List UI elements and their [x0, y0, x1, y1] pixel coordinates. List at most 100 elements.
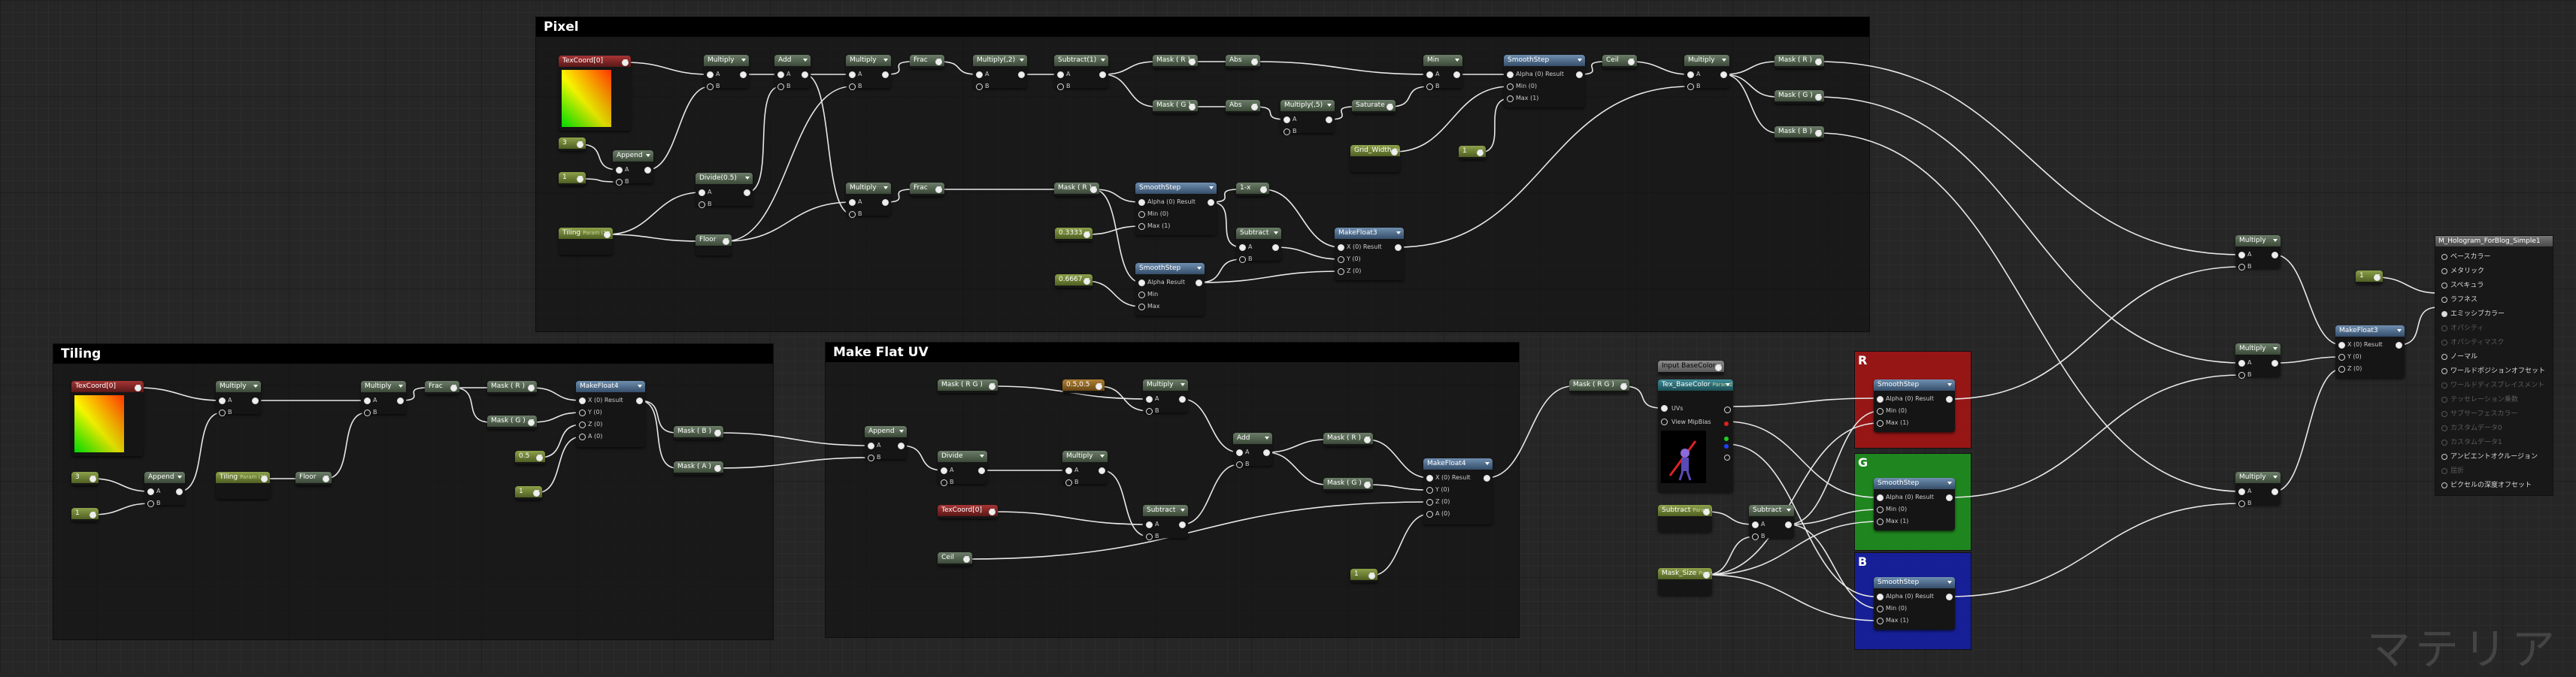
wire[interactable] — [92, 478, 151, 492]
input-pin[interactable] — [2338, 342, 2345, 349]
const3-b-node[interactable]: 3 — [71, 472, 98, 485]
mask-g-b-node[interactable]: Mask ( G ) — [1774, 90, 1824, 104]
output-pin[interactable] — [1815, 94, 1822, 101]
wire[interactable] — [1101, 470, 1150, 537]
output-pin[interactable] — [176, 488, 183, 495]
multiply-a-node[interactable]: Multiply A B — [704, 55, 749, 90]
output-pin[interactable] — [1196, 280, 1202, 286]
output-pin[interactable] — [1189, 104, 1196, 110]
smoothstep-a-node[interactable]: SmoothStep Alpha (0) Result Min (0) Max (1) — [1504, 55, 1585, 107]
output-pin[interactable] — [1090, 186, 1097, 193]
input-pin[interactable] — [1338, 256, 1344, 263]
input-basecolor-node[interactable]: Input BaseColor — [1658, 361, 1724, 374]
append-a-node[interactable]: Append A B — [613, 150, 653, 186]
wire[interactable] — [1817, 96, 2242, 364]
output-pin[interactable] — [1703, 572, 1710, 579]
input-pin[interactable] — [1065, 467, 1072, 474]
grid-width-node[interactable]: Grid_WidthParam (0.1) — [1350, 145, 1400, 172]
ceil-a-node[interactable]: Ceil — [1602, 55, 1637, 68]
frac-c-node[interactable]: Frac — [425, 381, 459, 394]
ceil-b-node[interactable]: Ceil — [938, 552, 972, 566]
wire[interactable] — [1393, 86, 1511, 153]
input-pin[interactable] — [2338, 366, 2345, 373]
output-pin[interactable] — [1099, 467, 1105, 474]
output-pin[interactable] — [323, 476, 329, 482]
input-pin[interactable] — [1426, 475, 1433, 482]
output-pin[interactable] — [2271, 360, 2278, 367]
output-pin[interactable] — [744, 189, 750, 196]
wire[interactable] — [1486, 385, 1573, 479]
smoothstep-r-node[interactable]: SmoothStep Alpha (0) Result Min (0) Max (1) — [1874, 379, 1955, 432]
output-pin[interactable] — [935, 186, 942, 193]
input-pin[interactable] — [1138, 304, 1145, 310]
output-pin[interactable] — [723, 238, 729, 245]
output-pin[interactable] — [528, 385, 535, 391]
input-pin[interactable] — [147, 500, 154, 507]
wire[interactable] — [1274, 246, 1341, 260]
input-pin[interactable] — [2238, 360, 2245, 367]
wire[interactable] — [1705, 574, 1880, 621]
input-pin[interactable] — [1426, 83, 1433, 90]
floor-b-node[interactable]: Floor — [295, 472, 332, 485]
output-pin[interactable] — [1720, 71, 1727, 78]
input-pin[interactable] — [1507, 71, 1514, 78]
add-a-node[interactable]: Add A B — [774, 55, 811, 90]
input-pin[interactable] — [1057, 71, 1064, 78]
input-pin[interactable] — [699, 189, 705, 196]
wire[interactable] — [1817, 61, 2242, 255]
multiply-5-node[interactable]: Multiply(,5) A B — [1280, 100, 1335, 135]
multiply-g-node[interactable]: Multiply A B — [1143, 379, 1188, 415]
material-input-pin[interactable]: スペキュラ — [2441, 280, 2484, 289]
mask-r-c-node[interactable]: Mask ( R ) — [1054, 183, 1099, 196]
channel-g-pin[interactable] — [1724, 437, 1729, 441]
input-pin[interactable] — [364, 410, 371, 416]
output-pin[interactable] — [1096, 383, 1102, 390]
makefloat3-b-node[interactable]: MakeFloat3 X (0) Result Y (0) Z (0) — [2335, 325, 2405, 378]
material-input-pin[interactable]: サブサーフェスカラー — [2441, 408, 2517, 418]
output-pin[interactable] — [1272, 244, 1279, 251]
wire[interactable] — [717, 457, 871, 469]
abs-a-node[interactable]: Abs — [1226, 55, 1260, 68]
multiply-b-node[interactable]: Multiply A B — [846, 55, 891, 90]
mask-r-e-node[interactable]: Mask ( R ) — [1323, 433, 1373, 446]
input-pin[interactable] — [219, 397, 226, 404]
wire[interactable] — [1093, 189, 1142, 283]
subtract-b-node[interactable]: Subtract A B — [1143, 505, 1188, 540]
input-pin[interactable] — [1661, 405, 1668, 412]
input-pin[interactable] — [1138, 292, 1145, 298]
input-pin[interactable] — [707, 71, 714, 78]
wire[interactable] — [725, 86, 853, 242]
mask-size-node[interactable]: Mask_SizeParam (0) — [1658, 568, 1712, 595]
wire[interactable] — [137, 387, 223, 401]
output-pin[interactable] — [1628, 59, 1635, 65]
output-pin[interactable] — [1251, 59, 1258, 65]
input-pin[interactable] — [2238, 264, 2245, 270]
mask-g-a-node[interactable]: Mask ( G ) — [1153, 100, 1198, 113]
const-05-node[interactable]: 0.5 — [515, 451, 545, 464]
wire[interactable] — [530, 387, 583, 401]
input-pin[interactable] — [1146, 521, 1153, 528]
input-pin[interactable] — [2238, 372, 2245, 379]
mask-g-d-node[interactable]: Mask ( G ) — [487, 416, 537, 429]
wire[interactable] — [2274, 368, 2342, 492]
input-pin[interactable] — [579, 434, 586, 440]
material-input-pin[interactable]: オパシティ — [2441, 322, 2484, 332]
material-input-pin[interactable]: カスタムデータ1 — [2441, 437, 2502, 446]
mask-r-a-node[interactable]: Mask ( R ) — [1153, 55, 1198, 68]
material-input-pin[interactable]: エミッシブカラー — [2441, 308, 2505, 318]
output-pin[interactable] — [1620, 383, 1627, 390]
material-input-pin[interactable]: ピクセルの深度オフセット — [2441, 479, 2532, 489]
wire[interactable] — [1948, 503, 2242, 597]
one-minus-node[interactable]: 1-x — [1236, 183, 1269, 196]
divide-a-node[interactable]: Divide(0.5) A B — [696, 173, 753, 208]
multiply-2-node[interactable]: Multiply(,2) A B — [973, 55, 1027, 90]
append-b-node[interactable]: Append A B — [144, 472, 185, 507]
output-pin[interactable] — [1018, 71, 1025, 78]
output-pin[interactable] — [978, 467, 985, 474]
wire[interactable] — [1371, 513, 1430, 576]
input-pin[interactable] — [1146, 408, 1153, 415]
input-pin[interactable] — [1877, 420, 1884, 427]
const1-f-node[interactable]: 1 — [2356, 270, 2383, 284]
output-pin[interactable] — [1263, 449, 1270, 456]
wire[interactable] — [1102, 61, 1156, 75]
